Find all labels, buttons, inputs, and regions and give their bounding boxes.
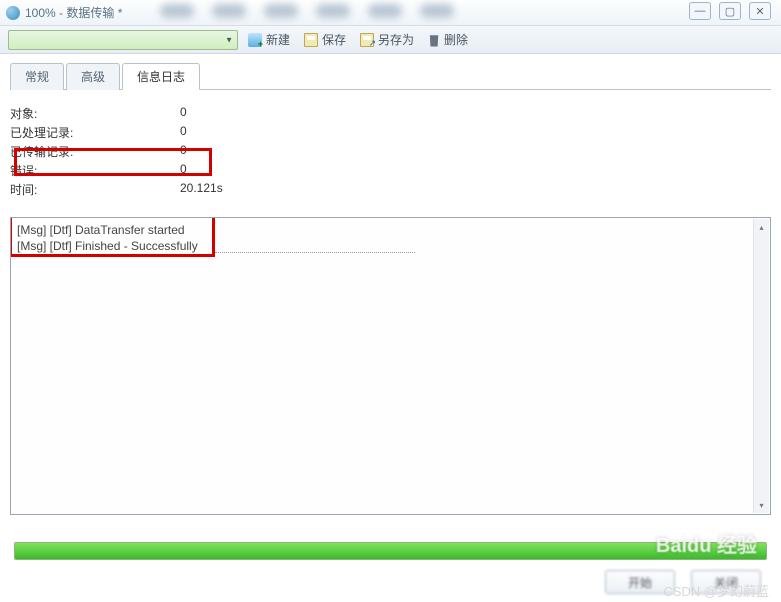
- stat-value: 0: [180, 105, 187, 122]
- stat-value: 0: [180, 143, 187, 160]
- scroll-up-icon[interactable]: ▴: [754, 219, 769, 235]
- save-as-button[interactable]: 另存为: [356, 29, 418, 50]
- start-button[interactable]: 开始: [605, 570, 675, 594]
- stat-row-processed: 已处理记录: 0: [10, 123, 771, 142]
- toolbar: ▼ 新建 保存 另存为 删除: [0, 26, 781, 54]
- save-icon: [304, 33, 318, 47]
- maximize-button[interactable]: ▢: [719, 2, 741, 20]
- stat-value: 0: [180, 124, 187, 141]
- save-button[interactable]: 保存: [300, 29, 350, 50]
- tab-advanced[interactable]: 高级: [66, 63, 120, 90]
- close-button[interactable]: 关闭: [691, 570, 761, 594]
- stat-label: 错误:: [10, 162, 180, 179]
- app-icon: [6, 6, 20, 20]
- window-controls: — ▢ ✕: [689, 2, 771, 20]
- tab-general[interactable]: 常规: [10, 63, 64, 90]
- dotted-rule: [215, 252, 415, 253]
- delete-label: 删除: [444, 31, 468, 48]
- progress-bar: [14, 542, 767, 560]
- scroll-down-icon[interactable]: ▾: [754, 497, 769, 513]
- tabs: 常规 高级 信息日志: [10, 62, 771, 90]
- dialog-buttons: 开始 关闭: [605, 570, 761, 594]
- delete-button[interactable]: 删除: [424, 29, 472, 50]
- close-window-button[interactable]: ✕: [749, 2, 771, 20]
- title-bar: 100% - 数据传输 * — ▢ ✕: [0, 0, 781, 26]
- stat-row-errors: 错误: 0: [10, 161, 771, 180]
- window-title: 100% - 数据传输 *: [25, 4, 122, 21]
- stat-value: 20.121s: [180, 181, 223, 198]
- content-area: 常规 高级 信息日志 对象: 0 已处理记录: 0 已传输记录: 0 错误: 0…: [0, 54, 781, 515]
- save-as-label: 另存为: [378, 31, 414, 48]
- stat-label: 已处理记录:: [10, 124, 180, 141]
- new-label: 新建: [266, 31, 290, 48]
- stat-value: 0: [180, 162, 187, 179]
- stat-row-time: 时间: 20.121s: [10, 180, 771, 199]
- minimize-button[interactable]: —: [689, 2, 711, 20]
- stat-row-transferred: 已传输记录: 0: [10, 142, 771, 161]
- new-icon: [248, 33, 262, 47]
- tab-info-log[interactable]: 信息日志: [122, 63, 200, 90]
- stat-label: 时间:: [10, 181, 180, 198]
- save-as-icon: [360, 33, 374, 47]
- log-line: [Msg] [Dtf] DataTransfer started: [17, 222, 764, 238]
- profile-combo[interactable]: ▼: [8, 30, 238, 50]
- save-label: 保存: [322, 31, 346, 48]
- chevron-down-icon: ▼: [225, 35, 233, 44]
- blurred-decor: [160, 4, 454, 18]
- stat-row-objects: 对象: 0: [10, 104, 771, 123]
- trash-icon: [428, 33, 440, 47]
- new-button[interactable]: 新建: [244, 29, 294, 50]
- stats-block: 对象: 0 已处理记录: 0 已传输记录: 0 错误: 0 时间: 20.121…: [10, 104, 771, 199]
- log-panel: [Msg] [Dtf] DataTransfer started [Msg] […: [10, 217, 771, 515]
- stat-label: 已传输记录:: [10, 143, 180, 160]
- stat-label: 对象:: [10, 105, 180, 122]
- log-scrollbar[interactable]: ▴ ▾: [753, 219, 769, 513]
- progress-fill: [15, 543, 766, 559]
